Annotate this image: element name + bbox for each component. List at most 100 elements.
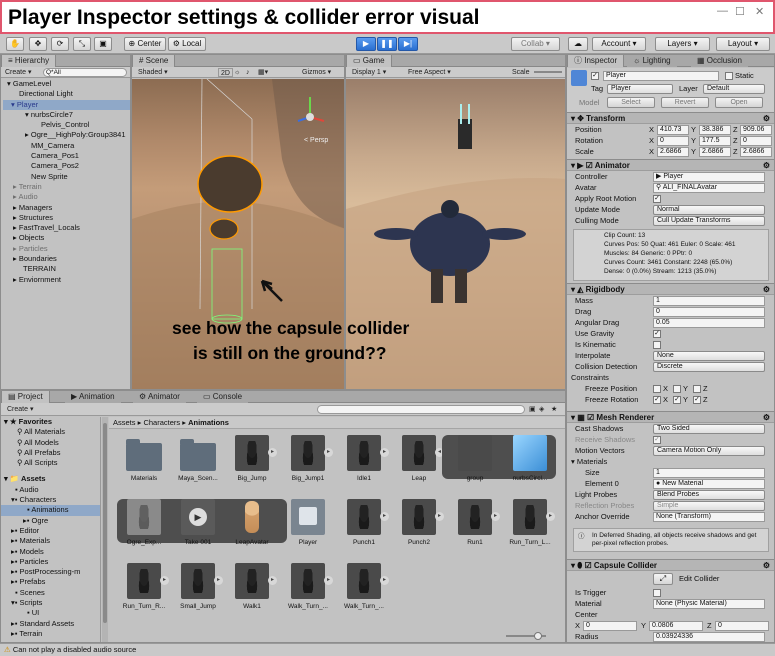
tab-animation[interactable]: ▶ Animation [65, 391, 121, 403]
asset-animation-clip[interactable]: ▸ Run_Turn_L... [507, 499, 555, 546]
mass-field[interactable]: 1 [653, 295, 765, 306]
breadcrumb-assets[interactable]: Assets [113, 418, 136, 427]
favorite-item[interactable]: ⚲ All Prefabs [1, 448, 100, 458]
hierarchy-item[interactable]: ▸ Enviornment [3, 275, 130, 285]
asset-animator-controller[interactable]: Player [285, 499, 331, 546]
tab-scene[interactable]: # Scene [132, 55, 176, 67]
project-create-button[interactable]: Create ▾ [7, 405, 33, 414]
hierarchy-item[interactable]: ▸ Objects [3, 233, 130, 243]
account-dropdown[interactable]: Account ▾ [592, 37, 646, 51]
folder-item[interactable]: ▸▪ Materials [1, 536, 100, 546]
folder-item[interactable]: ▾▪ Scripts [1, 598, 100, 608]
light-toggle-icon[interactable]: ☼ [234, 68, 240, 77]
gizmos-dropdown[interactable]: Gizmos ▾ [302, 68, 331, 77]
position-x-field[interactable]: 410.73 [657, 124, 689, 135]
tab-occlusion[interactable]: ▦ Occlusion [691, 55, 748, 67]
rigidbody-header[interactable]: ▾ ◭ Rigidbody ⚙ [567, 283, 774, 295]
hierarchy-item[interactable]: Camera_Pos1 [3, 151, 130, 161]
tab-project[interactable]: ▤ Project [1, 391, 50, 403]
hierarchy-item[interactable]: ▸ FastTravel_Locals [3, 223, 130, 233]
move-tool-icon[interactable]: ✥ [29, 37, 47, 51]
freeze-pos-x-checkbox[interactable] [653, 384, 661, 393]
favorite-item[interactable]: ⚲ All Materials [1, 427, 100, 437]
folder-item[interactable]: ▪ UI [1, 608, 100, 618]
asset-folder[interactable]: Materials [121, 435, 167, 482]
shading-dropdown[interactable]: Shaded ▾ [138, 68, 168, 77]
hierarchy-item[interactable]: ▸ Audio [3, 192, 130, 202]
favorites-section[interactable]: ▾ ★ Favorites [1, 417, 100, 427]
hierarchy-item[interactable]: TERRAIN [3, 264, 130, 274]
materials-size-field[interactable]: 1 [653, 467, 765, 478]
rotation-x-field[interactable]: 0 [657, 135, 689, 146]
display-dropdown[interactable]: Display 1 ▾ [352, 68, 386, 77]
collab-button[interactable]: Collab ▾ [511, 37, 560, 51]
pivot-center-button[interactable]: ⊕ Center [124, 37, 166, 51]
hierarchy-item[interactable]: MM_Camera [3, 141, 130, 151]
asset-mesh[interactable]: nurbsCircl... [507, 435, 553, 482]
hierarchy-item[interactable]: ▸ Structures [3, 213, 130, 223]
hierarchy-item[interactable]: Pelvis_Control [3, 120, 130, 130]
model-open-button[interactable]: Open [715, 97, 763, 108]
hierarchy-item-player[interactable]: ▾ Player [3, 99, 130, 110]
hierarchy-item[interactable]: ▸ Terrain [3, 182, 130, 192]
rect-tool-icon[interactable]: ▣ [94, 37, 112, 51]
assets-section[interactable]: ▾ 📁 Assets [1, 474, 100, 484]
scale-tool-icon[interactable]: ⤡ [73, 37, 91, 51]
folder-item-animations[interactable]: ▪ Animations [1, 505, 100, 516]
hierarchy-item[interactable]: Directional Light [3, 89, 130, 99]
asset-animation-clip[interactable]: ▸ Small_Jump [175, 563, 223, 610]
asset-animation-clip[interactable]: ▸ Walk_Turn_... [341, 563, 389, 610]
scale-z-field[interactable]: 2.6866 [740, 146, 772, 157]
scale-y-field[interactable]: 2.6866 [699, 146, 731, 157]
root-motion-checkbox[interactable]: ✓ [653, 194, 661, 203]
asset-animation-clip[interactable]: ▸ Walk_Turn_... [285, 563, 333, 610]
light-probes-dropdown[interactable]: Blend Probes [653, 489, 765, 500]
active-checkbox[interactable]: ✓ [591, 72, 599, 80]
folder-item[interactable]: ▸▪ Models [1, 547, 100, 557]
asset-animation-clip[interactable]: ▸ Run1 [452, 499, 500, 546]
hierarchy-search-input[interactable]: Q*All [43, 68, 127, 77]
tab-hierarchy[interactable]: ≡ Hierarchy [1, 55, 57, 67]
scale-slider[interactable] [534, 71, 562, 73]
update-mode-dropdown[interactable]: Normal [653, 204, 765, 215]
drag-field[interactable]: 0 [653, 306, 765, 317]
center-y-field[interactable]: 0.0806 [649, 620, 703, 631]
asset-animation-clip[interactable]: ▸ Punch1 [341, 499, 389, 546]
motion-vectors-dropdown[interactable]: Camera Motion Only [653, 445, 765, 456]
2d-toggle[interactable]: 2D [218, 68, 233, 77]
folder-item[interactable]: ▸▪ Prefabs [1, 577, 100, 587]
breadcrumb-characters[interactable]: Characters [143, 418, 180, 427]
asset-animation-clip[interactable]: ▸ Punch2 [396, 499, 444, 546]
favorite-item[interactable]: ⚲ All Scripts [1, 458, 100, 468]
is-trigger-checkbox[interactable] [653, 588, 661, 597]
folder-item[interactable]: ▸▪ Ogre [1, 516, 100, 526]
aspect-dropdown[interactable]: Free Aspect ▾ [408, 68, 451, 77]
asset-folder[interactable]: Maya_Scen... [175, 435, 221, 482]
freeze-rot-x-checkbox[interactable]: ✓ [653, 395, 661, 404]
tab-animator[interactable]: ⚙ Animator [133, 391, 186, 403]
asset-animation-clip[interactable]: ▸ Big_Jump1 [285, 435, 333, 482]
thumbnail-size-slider[interactable] [506, 632, 546, 640]
center-x-field[interactable]: 0 [583, 620, 637, 631]
folder-item[interactable]: ▾▪ Characters [1, 495, 100, 505]
project-search-input[interactable] [317, 405, 525, 414]
asset-take[interactable]: ▶ Take 001 [175, 499, 221, 546]
tag-dropdown[interactable]: Player [607, 84, 673, 94]
filter-type-icon[interactable]: ▣ [529, 405, 536, 414]
tab-console[interactable]: ▭ Console [197, 391, 249, 403]
close-icon[interactable]: ✕ [755, 5, 764, 18]
maximize-icon[interactable]: ☐ [735, 5, 745, 18]
hand-tool-icon[interactable]: ✋ [6, 37, 24, 51]
asset-model-group[interactable]: group [452, 435, 498, 482]
freeze-pos-z-checkbox[interactable] [693, 384, 701, 393]
hierarchy-item[interactable]: New Sprite [3, 172, 130, 182]
asset-animation-clip[interactable]: ▸ Big_Jump [229, 435, 277, 482]
transform-header[interactable]: ▾ ✥ Transform ⚙ [567, 112, 774, 124]
filter-label-icon[interactable]: ◈ [539, 405, 544, 414]
avatar-field[interactable]: ⚲ ALI_FINALAvatar [653, 182, 765, 193]
culling-mode-dropdown[interactable]: Cull Update Transforms [653, 215, 765, 226]
asset-animation-clip[interactable]: ◂ Leap [396, 435, 444, 482]
layers-dropdown[interactable]: Layers ▾ [655, 37, 710, 51]
layout-dropdown[interactable]: Layout ▾ [716, 37, 770, 51]
folder-item[interactable]: ▸▪ Terrain [1, 629, 100, 639]
